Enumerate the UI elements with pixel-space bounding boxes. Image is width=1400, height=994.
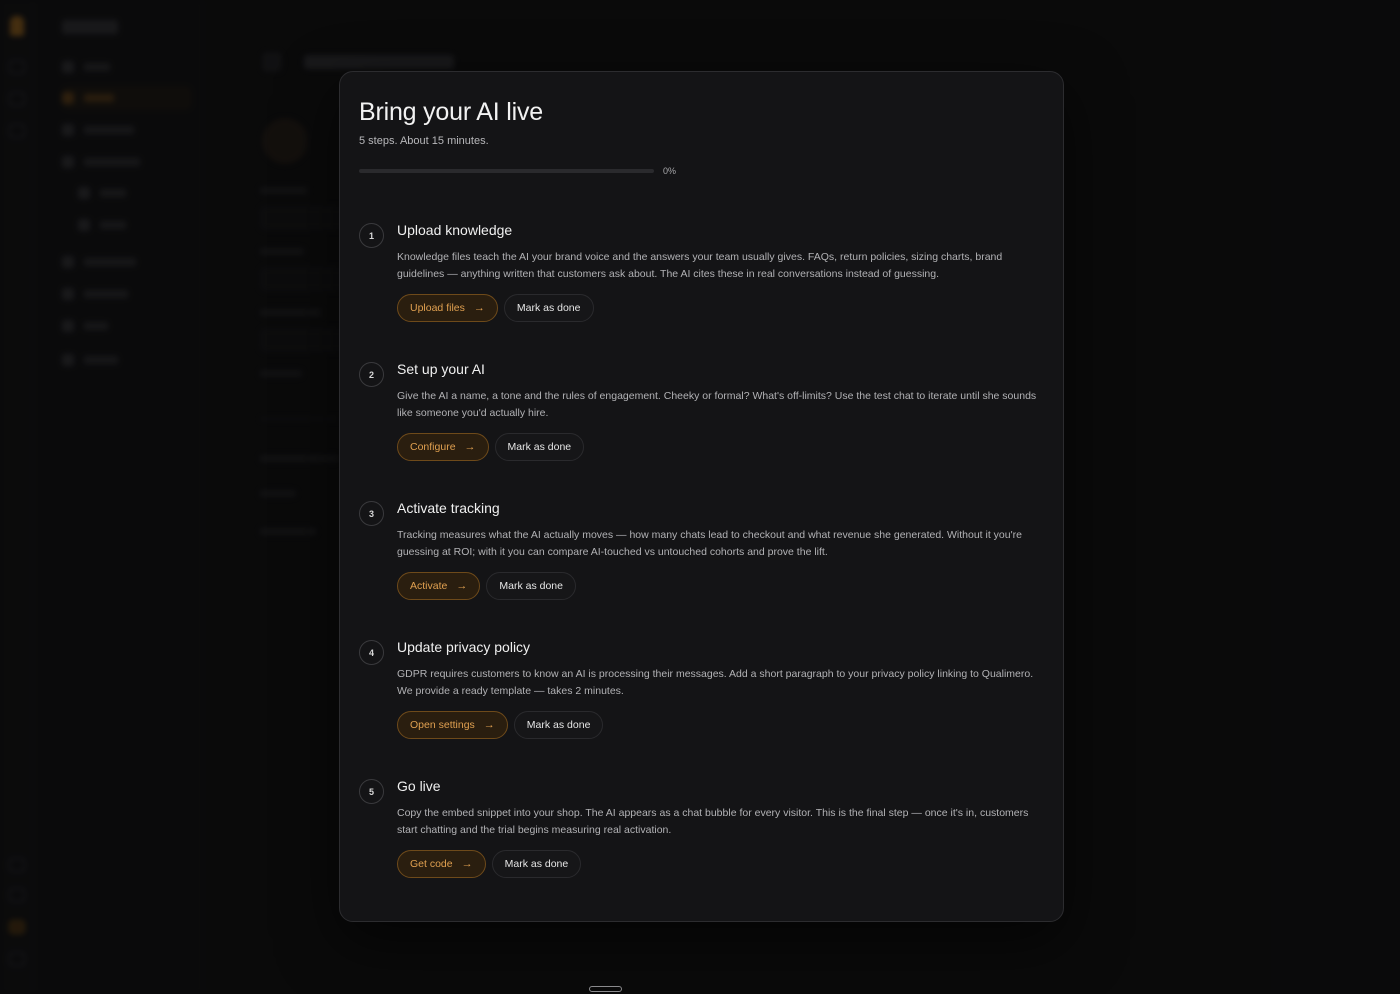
mark-as-done-button[interactable]: Mark as done (486, 572, 576, 600)
step-number: 1 (359, 223, 384, 248)
step-title: Go live (397, 778, 441, 794)
step-title: Activate tracking (397, 500, 500, 516)
step-number: 3 (359, 501, 384, 526)
arrow-right-icon: → (473, 302, 485, 314)
step-description: Copy the embed snippet into your shop. T… (397, 807, 1029, 836)
arrow-right-icon: → (456, 580, 468, 592)
progress-bar (359, 169, 654, 173)
button-label: Get code (410, 858, 453, 870)
step-description: Tracking measures what the AI actually m… (397, 529, 1022, 558)
button-label: Configure (410, 441, 456, 453)
step-title: Set up your AI (397, 361, 485, 377)
button-label: Activate (410, 580, 448, 592)
mark-as-done-button[interactable]: Mark as done (494, 433, 585, 461)
activate-button[interactable]: Activate → (397, 572, 481, 600)
step-description: Knowledge files teach the AI your brand … (397, 251, 1003, 280)
button-label: Open settings (410, 719, 475, 731)
step-number: 2 (359, 362, 384, 387)
onboarding-modal: Bring your AI live 5 steps. About 15 min… (339, 71, 1064, 922)
step-description: Give the AI a name, a tone and the rules… (397, 390, 1037, 419)
upload-files-button[interactable]: Upload files → (397, 294, 498, 322)
mark-as-done-button[interactable]: Mark as done (503, 294, 594, 322)
open-settings-button[interactable]: Open settings → (397, 711, 508, 739)
mark-as-done-button[interactable]: Mark as done (491, 850, 582, 878)
arrow-right-icon: → (483, 719, 495, 731)
step-title: Update privacy policy (397, 639, 531, 655)
arrow-right-icon: → (461, 858, 473, 870)
mark-as-done-button[interactable]: Mark as done (513, 711, 604, 739)
get-code-button[interactable]: Get code → (397, 850, 486, 878)
step-number: 4 (359, 640, 384, 665)
step-number: 5 (359, 779, 384, 804)
modal-title: Bring your AI live (359, 98, 543, 126)
progress-percent-label: 0% (663, 166, 677, 176)
step-description: GDPR requires customers to know an AI is… (397, 668, 1034, 697)
step-title: Upload knowledge (397, 222, 513, 238)
button-label: Upload files (410, 302, 465, 314)
modal-subtitle: 5 steps. About 15 minutes. (359, 135, 489, 147)
home-indicator[interactable] (589, 986, 622, 992)
arrow-right-icon: → (464, 441, 476, 453)
configure-button[interactable]: Configure → (397, 433, 489, 461)
